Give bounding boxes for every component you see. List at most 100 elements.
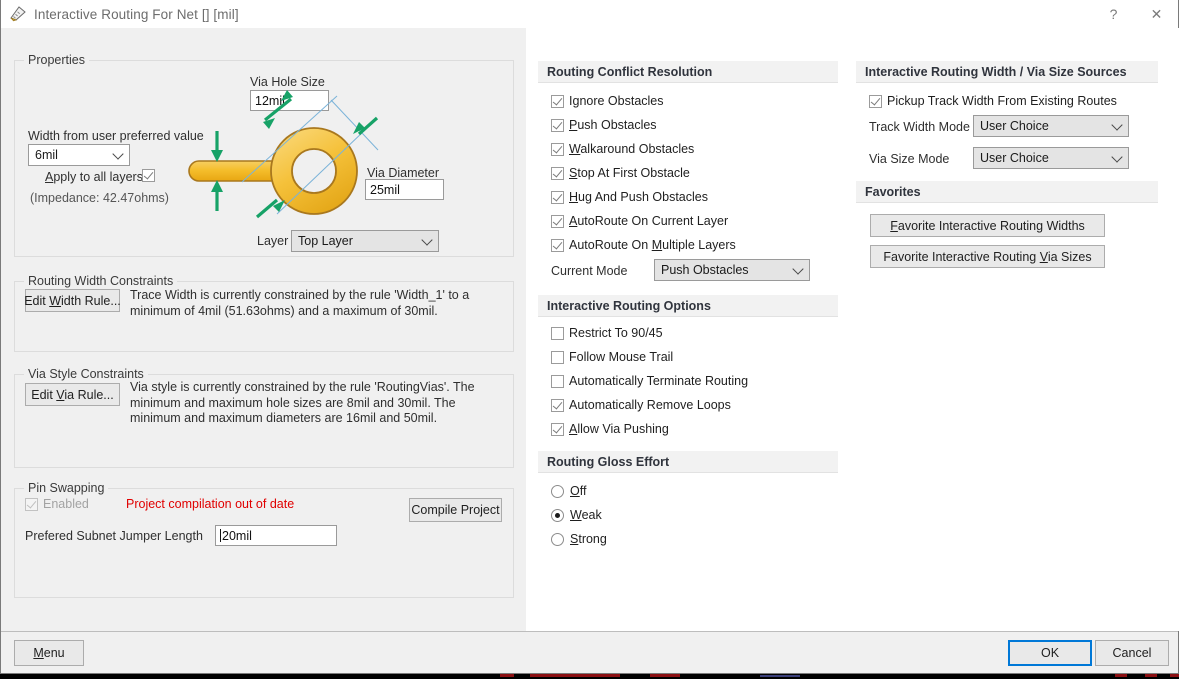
- layer-label: Layer: [257, 234, 289, 248]
- checkbox-allow-via-pushing[interactable]: Allow Via Pushing: [551, 422, 669, 436]
- via-style-constraints-legend: Via Style Constraints: [24, 367, 148, 381]
- checkbox-automatically-terminate-routing[interactable]: Automatically Terminate Routing: [551, 374, 748, 388]
- interactive-routing-dialog: Interactive Routing For Net [] [mil] ? ✕…: [0, 0, 1179, 674]
- chevron-down-icon: [421, 234, 433, 246]
- radio-label: Off: [570, 484, 587, 498]
- radio-label: Weak: [570, 508, 602, 522]
- radio-label: Strong: [570, 532, 607, 546]
- window-controls: ? ✕: [1092, 0, 1178, 28]
- current-mode-select[interactable]: Push Obstacles: [654, 259, 810, 281]
- right-column: Interactive Routing Width / Via Size Sou…: [846, 28, 1179, 631]
- edit-via-rule-button[interactable]: Edit Via Rule...: [25, 383, 120, 406]
- checkbox-box: [551, 398, 564, 412]
- radio-circle: [551, 532, 564, 546]
- compilation-warning: Project compilation out of date: [126, 497, 295, 511]
- jumper-length-value: 20mil: [222, 528, 252, 543]
- conflict-resolution-header: Routing Conflict Resolution: [538, 61, 838, 83]
- track-width-mode-label: Track Width Mode: [869, 120, 970, 134]
- checkbox-label: Follow Mouse Trail: [569, 350, 674, 364]
- via-diagram: [188, 90, 379, 219]
- layer-select[interactable]: Top Layer: [291, 230, 439, 252]
- width-preferred-label: Width from user preferred value: [28, 129, 204, 143]
- checkbox-autoroute-multiple-layers[interactable]: AutoRoute On Multiple Layers: [551, 238, 736, 252]
- radio-gloss-off[interactable]: Off: [551, 484, 586, 498]
- checkbox-label: Automatically Terminate Routing: [569, 374, 749, 388]
- checkbox-box: [551, 118, 564, 132]
- checkbox-pickup-track-width[interactable]: Pickup Track Width From Existing Routes: [869, 94, 1117, 108]
- checkbox-box: [551, 214, 564, 228]
- via-size-mode-select[interactable]: User Choice: [973, 147, 1129, 169]
- dialog-footer: Menu OK Cancel: [1, 631, 1178, 673]
- pin-swapping-legend: Pin Swapping: [24, 481, 109, 495]
- radio-circle: [551, 508, 564, 522]
- checkbox-stop-at-first-obstacle[interactable]: Stop At First Obstacle: [551, 166, 690, 180]
- favorite-routing-widths-button[interactable]: Favorite Interactive Routing Widths: [870, 214, 1105, 237]
- checkbox-box: [551, 238, 564, 252]
- checkbox-hug-and-push-obstacles[interactable]: Hug And Push Obstacles: [551, 190, 708, 204]
- checkbox-ignore-obstacles[interactable]: Ignore Obstacles: [551, 94, 664, 108]
- left-column: Properties Via Hole Size 12mil Width fro…: [1, 28, 526, 631]
- checkbox-label: Walkaround Obstacles: [569, 142, 695, 156]
- checkbox-label: Restrict To 90/45: [569, 326, 663, 340]
- checkbox-push-obstacles[interactable]: Push Obstacles: [551, 118, 657, 132]
- checkbox-label: AutoRoute On Multiple Layers: [569, 238, 736, 252]
- via-hole-size-label: Via Hole Size: [250, 75, 325, 89]
- via-size-mode-value: User Choice: [980, 151, 1049, 165]
- current-mode-value: Push Obstacles: [661, 263, 749, 277]
- screen-root: Interactive Routing For Net [] [mil] ? ✕…: [0, 0, 1179, 679]
- jumper-length-label: Prefered Subnet Jumper Length: [25, 529, 203, 543]
- menu-button[interactable]: Menu: [14, 640, 84, 666]
- width-value: 6mil: [35, 148, 58, 162]
- radio-gloss-strong[interactable]: Strong: [551, 532, 607, 546]
- favorite-routing-via-sizes-button[interactable]: Favorite Interactive Routing Via Sizes: [870, 245, 1105, 268]
- checkbox-label: Pickup Track Width From Existing Routes: [887, 94, 1117, 108]
- checkbox-follow-mouse-trail[interactable]: Follow Mouse Trail: [551, 350, 673, 364]
- text-caret: [220, 529, 221, 542]
- checkbox-box: [551, 374, 564, 388]
- gloss-effort-header: Routing Gloss Effort: [538, 451, 838, 473]
- checkbox-restrict-to-90-45[interactable]: Restrict To 90/45: [551, 326, 663, 340]
- checkbox-label: Hug And Push Obstacles: [569, 190, 708, 204]
- width-select[interactable]: 6mil: [28, 144, 130, 166]
- checkbox-label: AutoRoute On Current Layer: [569, 214, 729, 228]
- checkbox-box: [869, 94, 882, 108]
- middle-column: Routing Conflict Resolution Ignore Obsta…: [526, 28, 846, 631]
- close-icon[interactable]: ✕: [1135, 0, 1178, 28]
- checkbox-label: Push Obstacles: [569, 118, 657, 132]
- via-size-mode-label: Via Size Mode: [869, 152, 950, 166]
- routing-options-header: Interactive Routing Options: [538, 295, 838, 317]
- pin-swapping-enabled-label: Enabled: [43, 497, 89, 511]
- checkbox-walkaround-obstacles[interactable]: Walkaround Obstacles: [551, 142, 694, 156]
- checkbox-box: [551, 94, 564, 108]
- track-width-mode-select[interactable]: User Choice: [973, 115, 1129, 137]
- checkbox-automatically-remove-loops[interactable]: Automatically Remove Loops: [551, 398, 731, 412]
- radio-gloss-weak[interactable]: Weak: [551, 508, 602, 522]
- checkbox-label: Automatically Remove Loops: [569, 398, 731, 412]
- current-mode-label: Current Mode: [551, 264, 628, 278]
- track-width-mode-value: User Choice: [980, 119, 1049, 133]
- routing-width-constraints-description: Trace Width is currently constrained by …: [130, 288, 470, 318]
- chevron-down-icon: [112, 148, 124, 160]
- checkbox-autoroute-current-layer[interactable]: AutoRoute On Current Layer: [551, 214, 728, 228]
- edit-width-rule-button[interactable]: Edit Width Rule...: [24, 289, 121, 312]
- apply-all-layers-checkbox[interactable]: [142, 169, 155, 182]
- apply-all-layers-label: Apply to all layers: [45, 170, 143, 184]
- jumper-length-input[interactable]: 20mil: [215, 525, 337, 546]
- width-via-sources-header: Interactive Routing Width / Via Size Sou…: [856, 61, 1158, 83]
- cancel-button[interactable]: Cancel: [1095, 640, 1169, 666]
- checkbox-box: [25, 497, 38, 511]
- checkbox-box: [551, 350, 564, 364]
- checkbox-box: [551, 190, 564, 204]
- dialog-body: Properties Via Hole Size 12mil Width fro…: [1, 28, 1179, 631]
- compile-project-button[interactable]: Compile Project: [409, 498, 502, 522]
- routing-width-constraints-legend: Routing Width Constraints: [24, 274, 178, 288]
- via-style-constraints-description: Via style is currently constrained by th…: [130, 380, 475, 425]
- impedance-text: (Impedance: 42.47ohms): [30, 191, 169, 205]
- window-title: Interactive Routing For Net [] [mil]: [34, 6, 239, 22]
- checkbox-box: [551, 326, 564, 340]
- ok-button[interactable]: OK: [1008, 640, 1092, 666]
- checkbox-label: Allow Via Pushing: [569, 422, 669, 436]
- chevron-down-icon: [792, 263, 804, 275]
- help-button[interactable]: ?: [1092, 0, 1135, 28]
- routing-icon: [10, 6, 26, 22]
